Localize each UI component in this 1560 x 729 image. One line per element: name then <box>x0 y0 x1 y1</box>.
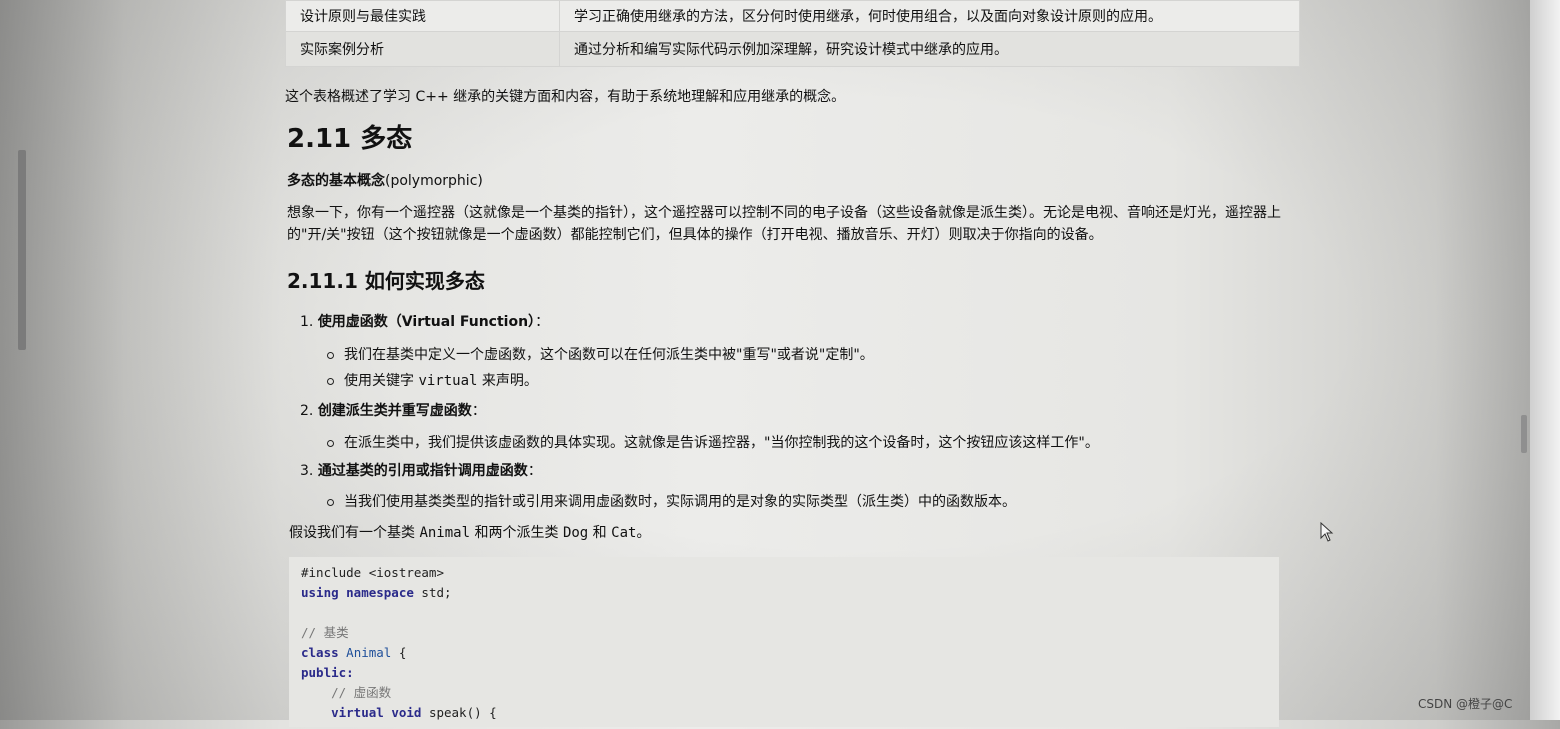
code-text: { <box>391 645 407 660</box>
right-scrollbar[interactable] <box>1521 415 1527 453</box>
inline-code: Animal <box>419 525 471 541</box>
bullet-text-pre: 使用关键字 <box>344 373 419 389</box>
code-type: Animal <box>346 645 392 660</box>
table-cell-topic: 实际案例分析 <box>285 31 560 67</box>
table-summary: 这个表格概述了学习 C++ 继承的关键方面和内容，有助于系统地理解和应用继承的概… <box>285 89 846 105</box>
table-row: 设计原则与最佳实践 学习正确使用继承的方法，区分何时使用继承，何时使用组合，以及… <box>285 0 1300 32</box>
list-number: 3. <box>300 463 314 479</box>
inline-code: Cat <box>611 525 637 541</box>
code-text: speak() { <box>421 705 497 720</box>
list-suffix: ： <box>471 403 486 419</box>
table-cell-topic: 设计原则与最佳实践 <box>285 0 560 32</box>
mouse-cursor-icon <box>1320 522 1334 542</box>
inline-code: Dog <box>562 525 589 541</box>
example-text: 。 <box>636 525 651 541</box>
bullet-text: 在派生类中，我们提供该虚函数的具体实现。这就像是告诉遥控器，"当你控制我的这个设… <box>344 435 1099 451</box>
list-number: 1. <box>300 314 314 330</box>
code-text: std; <box>413 585 452 600</box>
code-comment: // 基类 <box>301 625 349 640</box>
example-text: 和两个派生类 <box>470 525 563 541</box>
bullet-item: 使用关键字 virtual 来声明。 <box>327 370 538 390</box>
table-cell-desc: 通过分析和编写实际代码示例加深理解，研究设计模式中继承的应用。 <box>559 31 1300 67</box>
bullet-text: 我们在基类中定义一个虚函数，这个函数可以在任何派生类中被"重写"或者说"定制"。 <box>344 347 874 363</box>
intro-paragraph: 想象一下，你有一个遥控器（这就像是一个基类的指针），这个遥控器可以控制不同的电子… <box>287 205 1281 243</box>
bullet-circle-icon <box>327 377 334 385</box>
table-cell-desc: 学习正确使用继承的方法，区分何时使用继承，何时使用组合，以及面向对象设计原则的应… <box>559 0 1300 32</box>
bullet-circle-icon <box>327 439 334 447</box>
list-item: 1. 使用虚函数（Virtual Function）： <box>300 311 549 331</box>
watermark: CSDN @橙子@C <box>1418 697 1513 711</box>
left-scrollbar[interactable] <box>18 150 26 350</box>
bullet-text-post: 来声明。 <box>477 373 538 389</box>
inline-code: virtual <box>418 373 478 389</box>
code-block[interactable]: #include <iostream> using namespace std;… <box>289 557 1279 727</box>
bullet-circle-icon <box>327 351 334 359</box>
concept-rest: (polymorphic) <box>385 173 483 189</box>
list-suffix: ： <box>527 463 542 479</box>
list-title: 使用虚函数（Virtual Function） <box>317 314 536 330</box>
list-number: 2. <box>300 403 314 419</box>
code-line: #include <iostream> <box>301 565 444 580</box>
concept-line: 多态的基本概念(polymorphic) <box>287 170 483 190</box>
list-title: 创建派生类并重写虚函数 <box>317 403 472 419</box>
inheritance-table: 设计原则与最佳实践 学习正确使用继承的方法，区分何时使用继承，何时使用组合，以及… <box>285 0 1300 67</box>
bullet-item: 当我们使用基类类型的指针或引用来调用虚函数时，实际调用的是对象的实际类型（派生类… <box>327 491 1016 511</box>
example-intro: 假设我们有一个基类 Animal 和两个派生类 Dog 和 Cat。 <box>289 522 650 542</box>
bullet-circle-icon <box>327 498 334 506</box>
screen-bezel <box>1530 0 1560 720</box>
code-comment: // 虚函数 <box>331 685 392 700</box>
table-row: 实际案例分析 通过分析和编写实际代码示例加深理解，研究设计模式中继承的应用。 <box>285 31 1300 67</box>
list-suffix: ： <box>535 314 550 330</box>
list-item: 2. 创建派生类并重写虚函数： <box>300 400 486 420</box>
list-item: 3. 通过基类的引用或指针调用虚函数： <box>300 460 542 480</box>
code-keyword: virtual void <box>331 705 422 720</box>
code-keyword: using namespace <box>301 585 414 600</box>
bullet-item: 我们在基类中定义一个虚函数，这个函数可以在任何派生类中被"重写"或者说"定制"。 <box>327 344 874 364</box>
bullet-item: 在派生类中，我们提供该虚函数的具体实现。这就像是告诉遥控器，"当你控制我的这个设… <box>327 432 1099 452</box>
code-keyword: public: <box>301 665 354 680</box>
example-text: 和 <box>588 525 612 541</box>
subsection-heading: 2.11.1 如何实现多态 <box>287 269 485 293</box>
concept-bold: 多态的基本概念 <box>287 173 385 189</box>
section-heading: 2.11 多态 <box>287 124 413 154</box>
example-text: 假设我们有一个基类 <box>289 525 420 541</box>
list-title: 通过基类的引用或指针调用虚函数 <box>317 463 528 479</box>
code-keyword: class <box>301 645 339 660</box>
bullet-text: 当我们使用基类类型的指针或引用来调用虚函数时，实际调用的是对象的实际类型（派生类… <box>344 494 1016 510</box>
